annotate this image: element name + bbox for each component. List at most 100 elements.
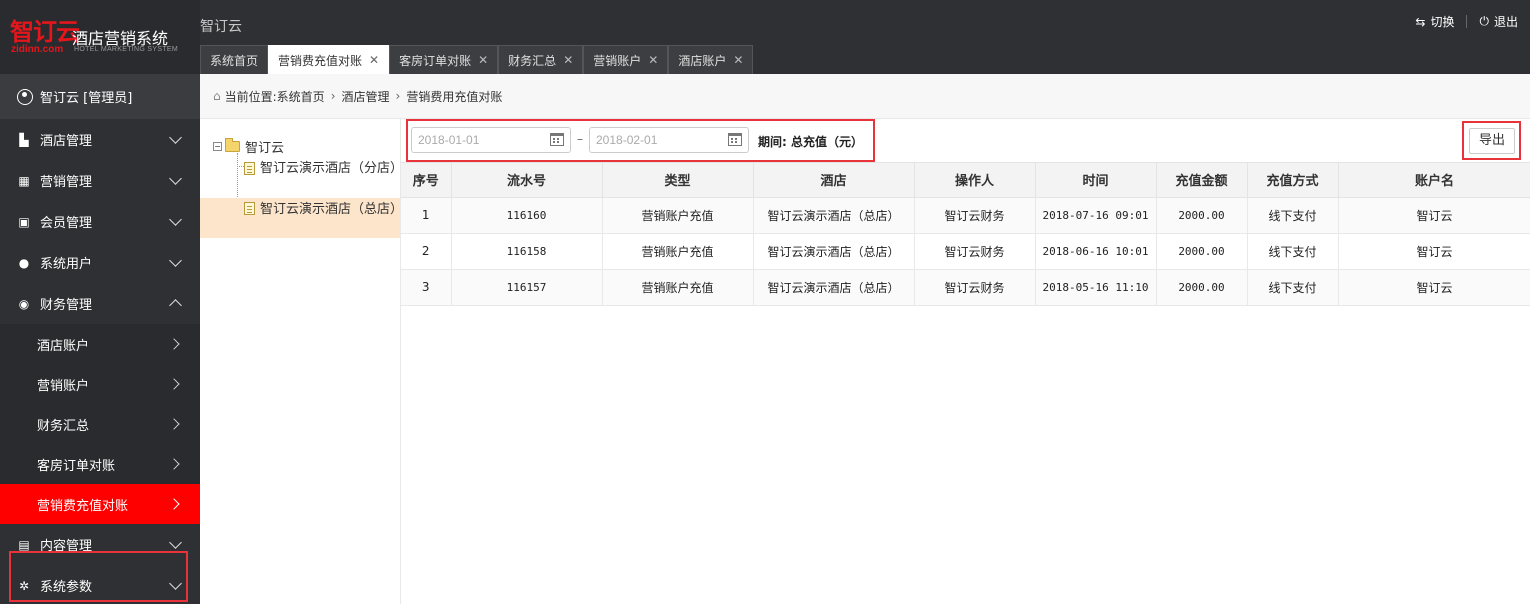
breadcrumb: ⌂ 当前位置: 系统首页 › 酒店管理 › 营销费用充值对账 [200,74,1530,119]
cell-hotel: 智订云演示酒店（总店） [753,233,915,270]
tab-room-order-reconcile[interactable]: 客房订单对账 ✕ [389,45,499,74]
menu-label: 营销管理 [40,175,93,190]
tab-label: 系统首页 [210,53,259,68]
logout-button[interactable]: ⏻ 退出 [1479,13,1518,30]
hotel-tree: − 智订云 智订云演示酒店（分店） 智订云演示酒店（总店） [200,119,403,604]
sidebar-item-hotel[interactable]: ▙ 酒店管理 [0,119,200,160]
cell-type: 营销账户充值 [602,197,754,234]
breadcrumb-item[interactable]: 酒店管理 [342,88,390,105]
switch-icon: ⇆ [1415,14,1426,29]
sidebar-item-member[interactable]: ▣ 会员管理 [0,201,200,242]
cell-serial: 116160 [451,197,603,234]
cell-method: 线下支付 [1247,269,1339,306]
cell-account: 智订云 [1338,269,1530,306]
users-icon: ● [18,255,30,270]
sidebar-item-system-users[interactable]: ● 系统用户 [0,242,200,283]
tab-label: 客房订单对账 [399,53,472,68]
money-icon: ◉ [18,296,30,311]
tab-hotel-account[interactable]: 酒店账户 ✕ [668,45,754,74]
sidebar-sub-hotel-account[interactable]: 酒店账户 [0,324,200,364]
table-row[interactable]: 1 116160 营销账户充值 智订云演示酒店（总店） 智订云财务 2018-0… [401,197,1530,234]
logo-mark: 智订云 [10,18,80,46]
tab-marketing-account[interactable]: 营销账户 ✕ [583,45,669,74]
cell-hotel: 智订云演示酒店（总店） [753,197,915,234]
switch-label: 切换 [1430,15,1455,29]
export-button[interactable]: 导出 [1469,128,1515,154]
cell-hotel: 智订云演示酒店（总店） [753,269,915,306]
sidebar-item-content[interactable]: ▤ 内容管理 [0,524,200,565]
sidebar-sub-marketing-account[interactable]: 营销账户 [0,364,200,404]
submenu-label: 营销账户 [37,378,90,394]
submenu-label: 客房订单对账 [37,458,116,474]
cell-operator: 智订云财务 [914,233,1036,270]
cell-amount: 2000.00 [1156,233,1248,270]
tab-label: 财务汇总 [508,53,557,68]
tree-node-branch[interactable]: 智订云演示酒店（分店） [200,158,403,196]
switch-button[interactable]: ⇆ 切换 [1415,13,1454,30]
system-name-en: HOTEL MARKETING SYSTEM [74,46,178,53]
user-name: 智订云 [管理员] [40,91,133,106]
end-date-input[interactable]: 2018-02-01 [589,127,749,153]
chevron-right-icon [168,498,180,510]
page-tabs: 系统首页 营销费充值对账 ✕ 客房订单对账 ✕ 财务汇总 ✕ 营销账户 ✕ 酒店账户 ✕ [200,45,754,74]
date-separator: – [577,132,583,146]
column-header: 账户名 [1338,163,1530,198]
submenu-label: 营销费充值对账 [37,498,129,514]
cell-time: 2018-06-16 10:01 [1035,233,1157,270]
close-icon[interactable]: ✕ [478,53,488,67]
cell-type: 营销账户充值 [602,233,754,270]
logo-url: zidinn.com [11,44,64,55]
filter-toolbar: 2018-01-01 – 2018-02-01 期间: 总充值（元） 导出 [401,119,1530,163]
chevron-down-icon [169,172,182,185]
close-icon[interactable]: ✕ [563,53,573,67]
tab-home[interactable]: 系统首页 [200,45,269,74]
current-user[interactable]: 智订云 [管理员] [0,74,200,119]
sidebar-item-marketing[interactable]: ▦ 营销管理 [0,160,200,201]
calendar-icon[interactable] [550,133,564,146]
main-content: ⌂ 当前位置: 系统首页 › 酒店管理 › 营销费用充值对账 − 智订云 智订云… [200,74,1530,604]
column-header: 操作人 [914,163,1036,198]
divider [1466,15,1468,28]
sidebar-sub-recharge-reconcile[interactable]: 营销费充值对账 [0,484,200,524]
table-header: 序号 流水号 类型 酒店 操作人 时间 充值金额 充值方式 账户名 [401,163,1530,198]
sidebar-item-system-params[interactable]: ✲ 系统参数 [0,565,200,606]
close-icon[interactable]: ✕ [369,53,379,67]
chevron-down-icon [169,577,182,590]
cell-account: 智订云 [1338,233,1530,270]
cell-index: 1 [401,197,452,234]
sidebar-sub-finance-summary[interactable]: 财务汇总 [0,404,200,444]
tab-finance-summary[interactable]: 财务汇总 ✕ [498,45,584,74]
table-row[interactable]: 2 116158 营销账户充值 智订云演示酒店（总店） 智订云财务 2018-0… [401,233,1530,270]
column-header: 时间 [1035,163,1157,198]
tree-node-headquarters[interactable]: 智订云演示酒店（总店） [200,198,403,238]
tree-root[interactable]: − 智订云 [213,137,284,156]
cell-method: 线下支付 [1247,233,1339,270]
close-icon[interactable]: ✕ [648,53,658,67]
cell-account: 智订云 [1338,197,1530,234]
tab-label: 营销费充值对账 [278,53,363,68]
collapse-icon[interactable]: − [213,142,222,151]
sidebar-sub-room-order-reconcile[interactable]: 客房订单对账 [0,444,200,484]
calendar-icon[interactable] [728,133,742,146]
sidebar-item-finance[interactable]: ◉ 财务管理 [0,283,200,324]
chevron-right-icon: › [395,89,401,103]
top-actions: ⇆ 切换 ⏻ 退出 [1415,13,1518,30]
table-row[interactable]: 3 116157 营销账户充值 智订云演示酒店（总店） 智订云财务 2018-0… [401,269,1530,306]
home-icon: ⌂ [213,89,221,103]
grid-icon: ▦ [18,173,30,188]
app-title: 智订云 [200,19,242,35]
menu-label: 酒店管理 [40,134,93,149]
recharge-table: 序号 流水号 类型 酒店 操作人 时间 充值金额 充值方式 账户名 1 1161… [401,163,1530,306]
records-panel: 2018-01-01 – 2018-02-01 期间: 总充值（元） 导出 序号… [400,119,1530,604]
tab-recharge-reconcile[interactable]: 营销费充值对账 ✕ [268,45,390,74]
cell-amount: 2000.00 [1156,197,1248,234]
sidebar: 智订云 [管理员] ▙ 酒店管理 ▦ 营销管理 ▣ 会员管理 ● 系统用户 ◉ 财务管理 … [0,74,200,604]
file-icon [244,162,255,175]
file-icon [244,202,255,215]
close-icon[interactable]: ✕ [733,53,743,67]
breadcrumb-item: 营销费用充值对账 [406,89,503,104]
start-date-input[interactable]: 2018-01-01 [411,127,571,153]
breadcrumb-item[interactable]: 系统首页 [277,88,325,105]
column-header: 酒店 [753,163,915,198]
submenu-label: 酒店账户 [37,338,90,354]
